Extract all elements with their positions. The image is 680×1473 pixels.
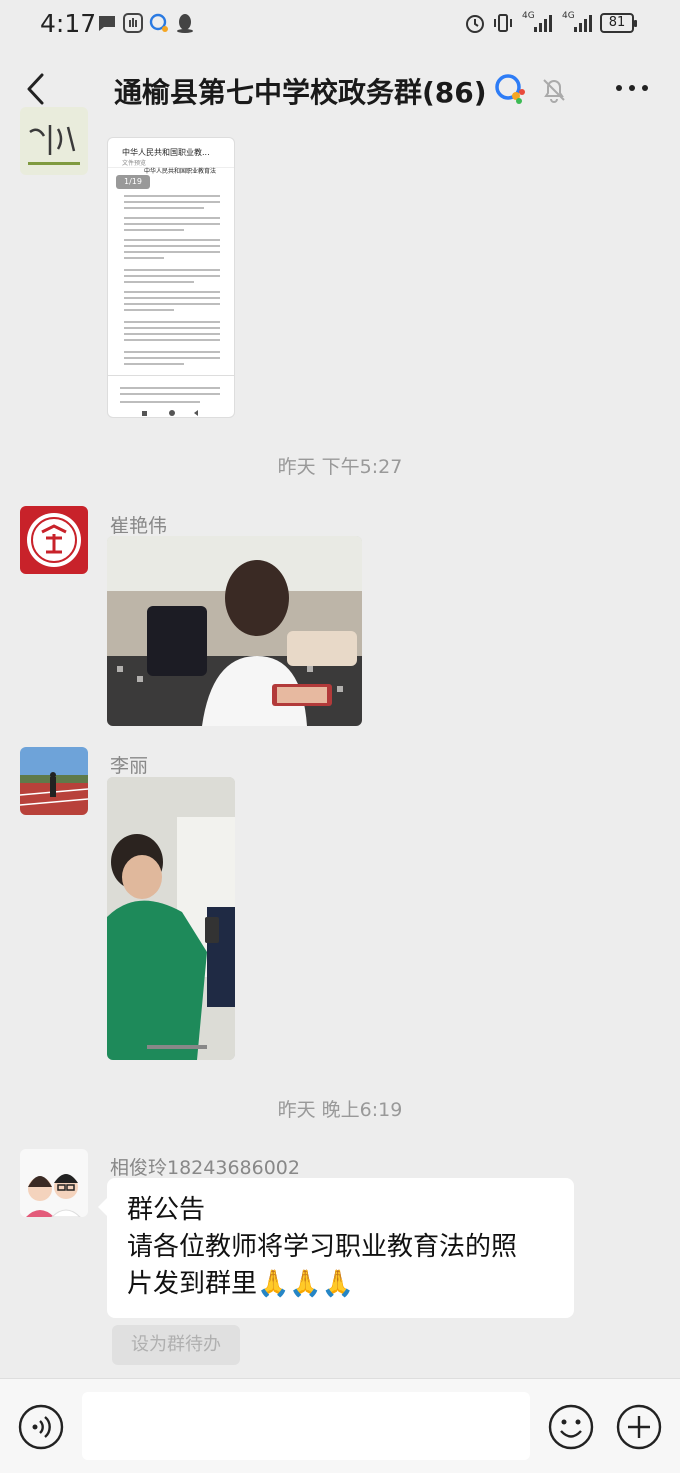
photo-message-cui[interactable] [107, 536, 362, 726]
set-group-todo-button[interactable]: 设为群待办 [112, 1325, 240, 1365]
cartoon-couple-avatar-image [20, 1149, 88, 1217]
running-track-avatar-image [20, 747, 88, 815]
status-bar: 4:17 4G 4G 81 [0, 0, 680, 50]
announcement-text-line1: 请各位教师将学习职业教育法的照 [127, 1232, 518, 1262]
mute-bell-icon [543, 79, 565, 103]
message-input[interactable] [82, 1392, 530, 1460]
signal-icon-2 [574, 15, 592, 32]
document-screenshot[interactable]: 中华人民共和国职业教... 文件预览 1/19 中华人民共和国职业教育法 [107, 137, 235, 418]
alarm-icon [466, 15, 484, 33]
photo-woman-on-sofa [107, 536, 362, 726]
emoji-icon[interactable] [548, 1404, 594, 1450]
more-dots-icon[interactable] [612, 73, 652, 103]
calligraphy-avatar-image [20, 107, 88, 175]
sender-name: 相俊玲18243686002 [110, 1157, 300, 1179]
avatar-calligraphy[interactable] [20, 107, 88, 175]
chat-title: 通榆县第七中学校政务群(86) [114, 76, 487, 109]
vibrate-icon [494, 14, 512, 32]
doc-title: 中华人民共和国职业教... [122, 148, 210, 157]
avatar-li[interactable] [20, 747, 88, 815]
battery-icon: 81 [600, 13, 637, 33]
doc-text-lines [108, 195, 234, 416]
timestamp: 昨天 晚上6:19 [277, 1099, 403, 1121]
photo-message-li[interactable] [107, 777, 235, 1060]
timestamp: 昨天 下午5:27 [277, 456, 403, 478]
avatar-cui[interactable] [20, 506, 88, 574]
doc-heading: 中华人民共和国职业教育法 [144, 168, 217, 175]
avatar-xiang[interactable] [20, 1149, 88, 1217]
announcement-text-line2: 片发到群里🙏🙏🙏 [127, 1269, 355, 1299]
chat-header: 通榆县第七中学校政务群(86) [0, 55, 680, 125]
qq-notification-icon [177, 14, 193, 33]
doc-subtitle: 文件预览 [122, 160, 147, 167]
announcement-label: 群公告 [127, 1195, 206, 1225]
input-bar [0, 1378, 680, 1473]
signal-icon [534, 15, 552, 32]
announcement-bubble[interactable]: 群公告 请各位教师将学习职业教育法的照 片发到群里🙏🙏🙏 [98, 1178, 574, 1318]
page-indicator: 1/19 [116, 175, 150, 189]
school-logo-avatar-image [20, 506, 88, 574]
sender-name: 李丽 [110, 755, 149, 777]
back-arrow-icon[interactable] [20, 69, 56, 109]
status-time: 4:17 [40, 9, 97, 38]
hand-notification-icon [123, 13, 143, 33]
plus-icon[interactable] [616, 1404, 662, 1450]
wecom-badge-icon[interactable] [492, 72, 528, 106]
sender-name: 崔艳伟 [110, 515, 168, 537]
voice-icon[interactable] [18, 1404, 64, 1450]
chat-notification-icon [99, 16, 115, 31]
wecom-notification-icon [149, 13, 168, 32]
photo-woman-green-shirt [107, 777, 235, 1060]
